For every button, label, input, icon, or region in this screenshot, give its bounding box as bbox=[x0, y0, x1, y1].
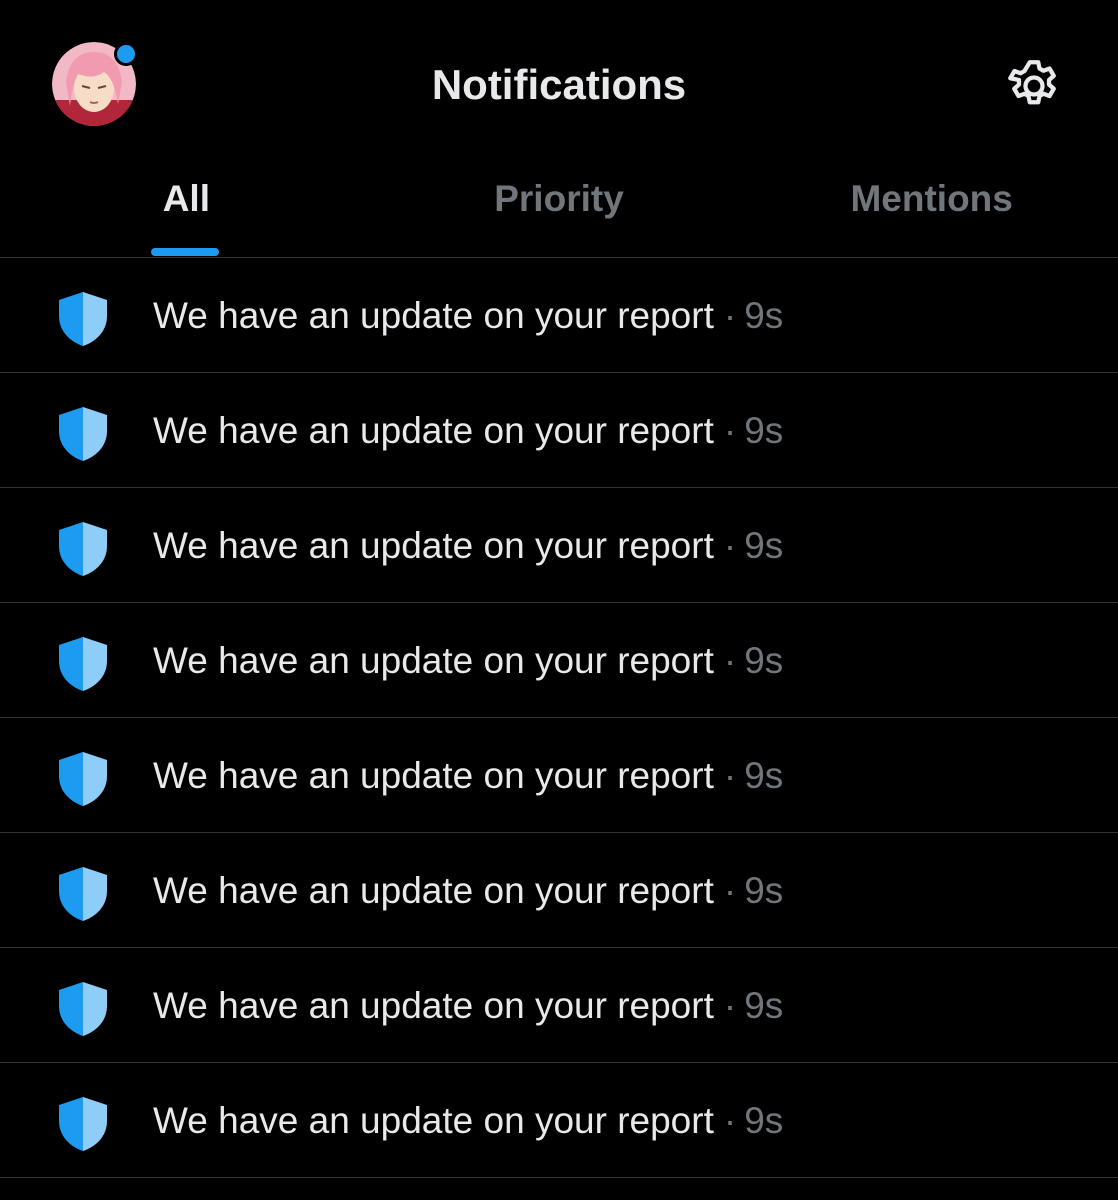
tab-priority-label: Priority bbox=[494, 178, 624, 219]
list-item[interactable]: We have an update on your report · 9s bbox=[0, 488, 1118, 603]
timestamp: 9s bbox=[744, 870, 784, 911]
notification-text: We have an update on your report · 9s bbox=[153, 407, 783, 455]
notification-message: We have an update on your report bbox=[153, 640, 714, 681]
settings-button[interactable] bbox=[1004, 56, 1064, 116]
list-item[interactable]: We have an update on your report · 9s bbox=[0, 258, 1118, 373]
tab-priority[interactable]: Priority bbox=[373, 170, 746, 258]
notification-text: We have an update on your report · 9s bbox=[153, 982, 783, 1030]
timestamp: 9s bbox=[744, 525, 784, 566]
tab-bar: All Priority Mentions bbox=[0, 170, 1118, 258]
header: Notifications bbox=[0, 0, 1118, 170]
shield-icon bbox=[55, 750, 111, 808]
separator-dot: · bbox=[723, 985, 737, 1026]
notification-text: We have an update on your report · 9s bbox=[153, 637, 783, 685]
notification-message: We have an update on your report bbox=[153, 410, 714, 451]
notification-list: We have an update on your report · 9s We ha… bbox=[0, 258, 1118, 1178]
list-item[interactable]: We have an update on your report · 9s bbox=[0, 948, 1118, 1063]
list-item[interactable]: We have an update on your report · 9s bbox=[0, 833, 1118, 948]
list-item[interactable]: We have an update on your report · 9s bbox=[0, 603, 1118, 718]
active-tab-indicator bbox=[151, 248, 219, 256]
notification-text: We have an update on your report · 9s bbox=[153, 522, 783, 570]
timestamp: 9s bbox=[744, 295, 784, 336]
page-title: Notifications bbox=[431, 61, 687, 108]
separator-dot: · bbox=[723, 525, 737, 566]
list-item[interactable]: We have an update on your report · 9s bbox=[0, 373, 1118, 488]
tab-mentions-label: Mentions bbox=[850, 178, 1013, 219]
notification-message: We have an update on your report bbox=[153, 295, 714, 336]
notification-text: We have an update on your report · 9s bbox=[153, 867, 783, 915]
timestamp: 9s bbox=[744, 1100, 784, 1141]
shield-icon bbox=[55, 290, 111, 348]
notification-message: We have an update on your report bbox=[153, 870, 714, 911]
notification-message: We have an update on your report bbox=[153, 755, 714, 796]
tab-all[interactable]: All bbox=[0, 170, 373, 258]
list-item[interactable]: We have an update on your report · 9s bbox=[0, 1063, 1118, 1178]
tab-all-label: All bbox=[162, 178, 210, 219]
shield-icon bbox=[55, 865, 111, 923]
gear-icon bbox=[1008, 60, 1056, 105]
tab-mentions[interactable]: Mentions bbox=[745, 170, 1118, 258]
notification-text: We have an update on your report · 9s bbox=[153, 1097, 783, 1145]
timestamp: 9s bbox=[744, 640, 784, 681]
timestamp: 9s bbox=[744, 410, 784, 451]
shield-icon bbox=[55, 520, 111, 578]
notification-message: We have an update on your report bbox=[153, 525, 714, 566]
notification-message: We have an update on your report bbox=[153, 1100, 714, 1141]
notification-text: We have an update on your report · 9s bbox=[153, 752, 783, 800]
shield-icon bbox=[55, 980, 111, 1038]
shield-icon bbox=[55, 1095, 111, 1153]
separator-dot: · bbox=[723, 410, 737, 451]
separator-dot: · bbox=[723, 870, 737, 911]
separator-dot: · bbox=[723, 1100, 737, 1141]
shield-icon bbox=[55, 405, 111, 463]
notification-text: We have an update on your report · 9s bbox=[153, 292, 783, 340]
shield-icon bbox=[55, 635, 111, 693]
list-item[interactable]: We have an update on your report · 9s bbox=[0, 718, 1118, 833]
timestamp: 9s bbox=[744, 755, 784, 796]
separator-dot: · bbox=[723, 755, 737, 796]
timestamp: 9s bbox=[744, 985, 784, 1026]
separator-dot: · bbox=[723, 640, 737, 681]
separator-dot: · bbox=[723, 295, 737, 336]
notification-message: We have an update on your report bbox=[153, 985, 714, 1026]
